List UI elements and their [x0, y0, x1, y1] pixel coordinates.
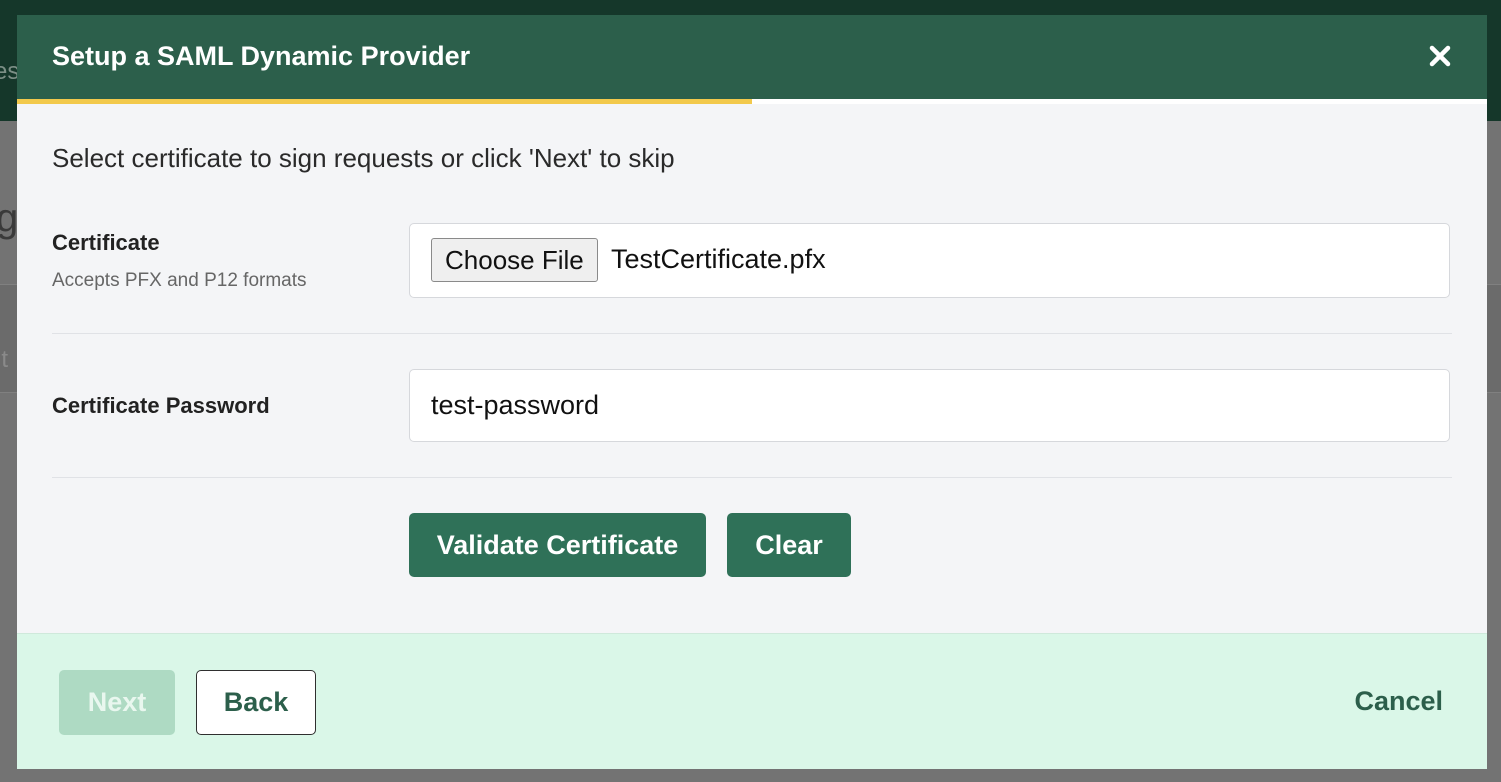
- saml-provider-modal: Setup a SAML Dynamic Provider Select cer…: [17, 15, 1487, 769]
- background-input-fragment: it: [0, 346, 8, 373]
- clear-button[interactable]: Clear: [727, 513, 851, 577]
- choose-file-button[interactable]: Choose File: [431, 238, 598, 282]
- certificate-file-input[interactable]: Choose File TestCertificate.pfx: [409, 223, 1450, 298]
- close-icon: [1429, 45, 1451, 67]
- certificate-password-input[interactable]: test-password: [409, 369, 1450, 442]
- selected-file-name: TestCertificate.pfx: [611, 244, 826, 274]
- wizard-progress-fill: [17, 99, 752, 104]
- close-button[interactable]: [1423, 39, 1457, 73]
- next-button[interactable]: Next: [59, 670, 175, 735]
- modal-title: Setup a SAML Dynamic Provider: [52, 41, 471, 71]
- modal-footer: Next Back Cancel: [17, 633, 1487, 769]
- step-instruction: Select certificate to sign requests or c…: [52, 143, 675, 173]
- back-button[interactable]: Back: [196, 670, 316, 735]
- certificate-password-label: Certificate Password: [52, 393, 270, 418]
- wizard-progress-bar: [17, 99, 1487, 104]
- cancel-button[interactable]: Cancel: [1354, 686, 1443, 717]
- modal-header: Setup a SAML Dynamic Provider: [17, 15, 1487, 99]
- validate-certificate-button[interactable]: Validate Certificate: [409, 513, 706, 577]
- background-heading-fragment: g: [0, 196, 19, 240]
- certificate-password-value: test-password: [431, 390, 600, 420]
- divider: [52, 477, 1452, 478]
- certificate-format-hint: Accepts PFX and P12 formats: [52, 270, 307, 291]
- divider: [52, 333, 1452, 334]
- certificate-label-group: Certificate Accepts PFX and P12 formats: [52, 230, 307, 292]
- certificate-label: Certificate: [52, 230, 160, 255]
- password-label-group: Certificate Password: [52, 393, 270, 419]
